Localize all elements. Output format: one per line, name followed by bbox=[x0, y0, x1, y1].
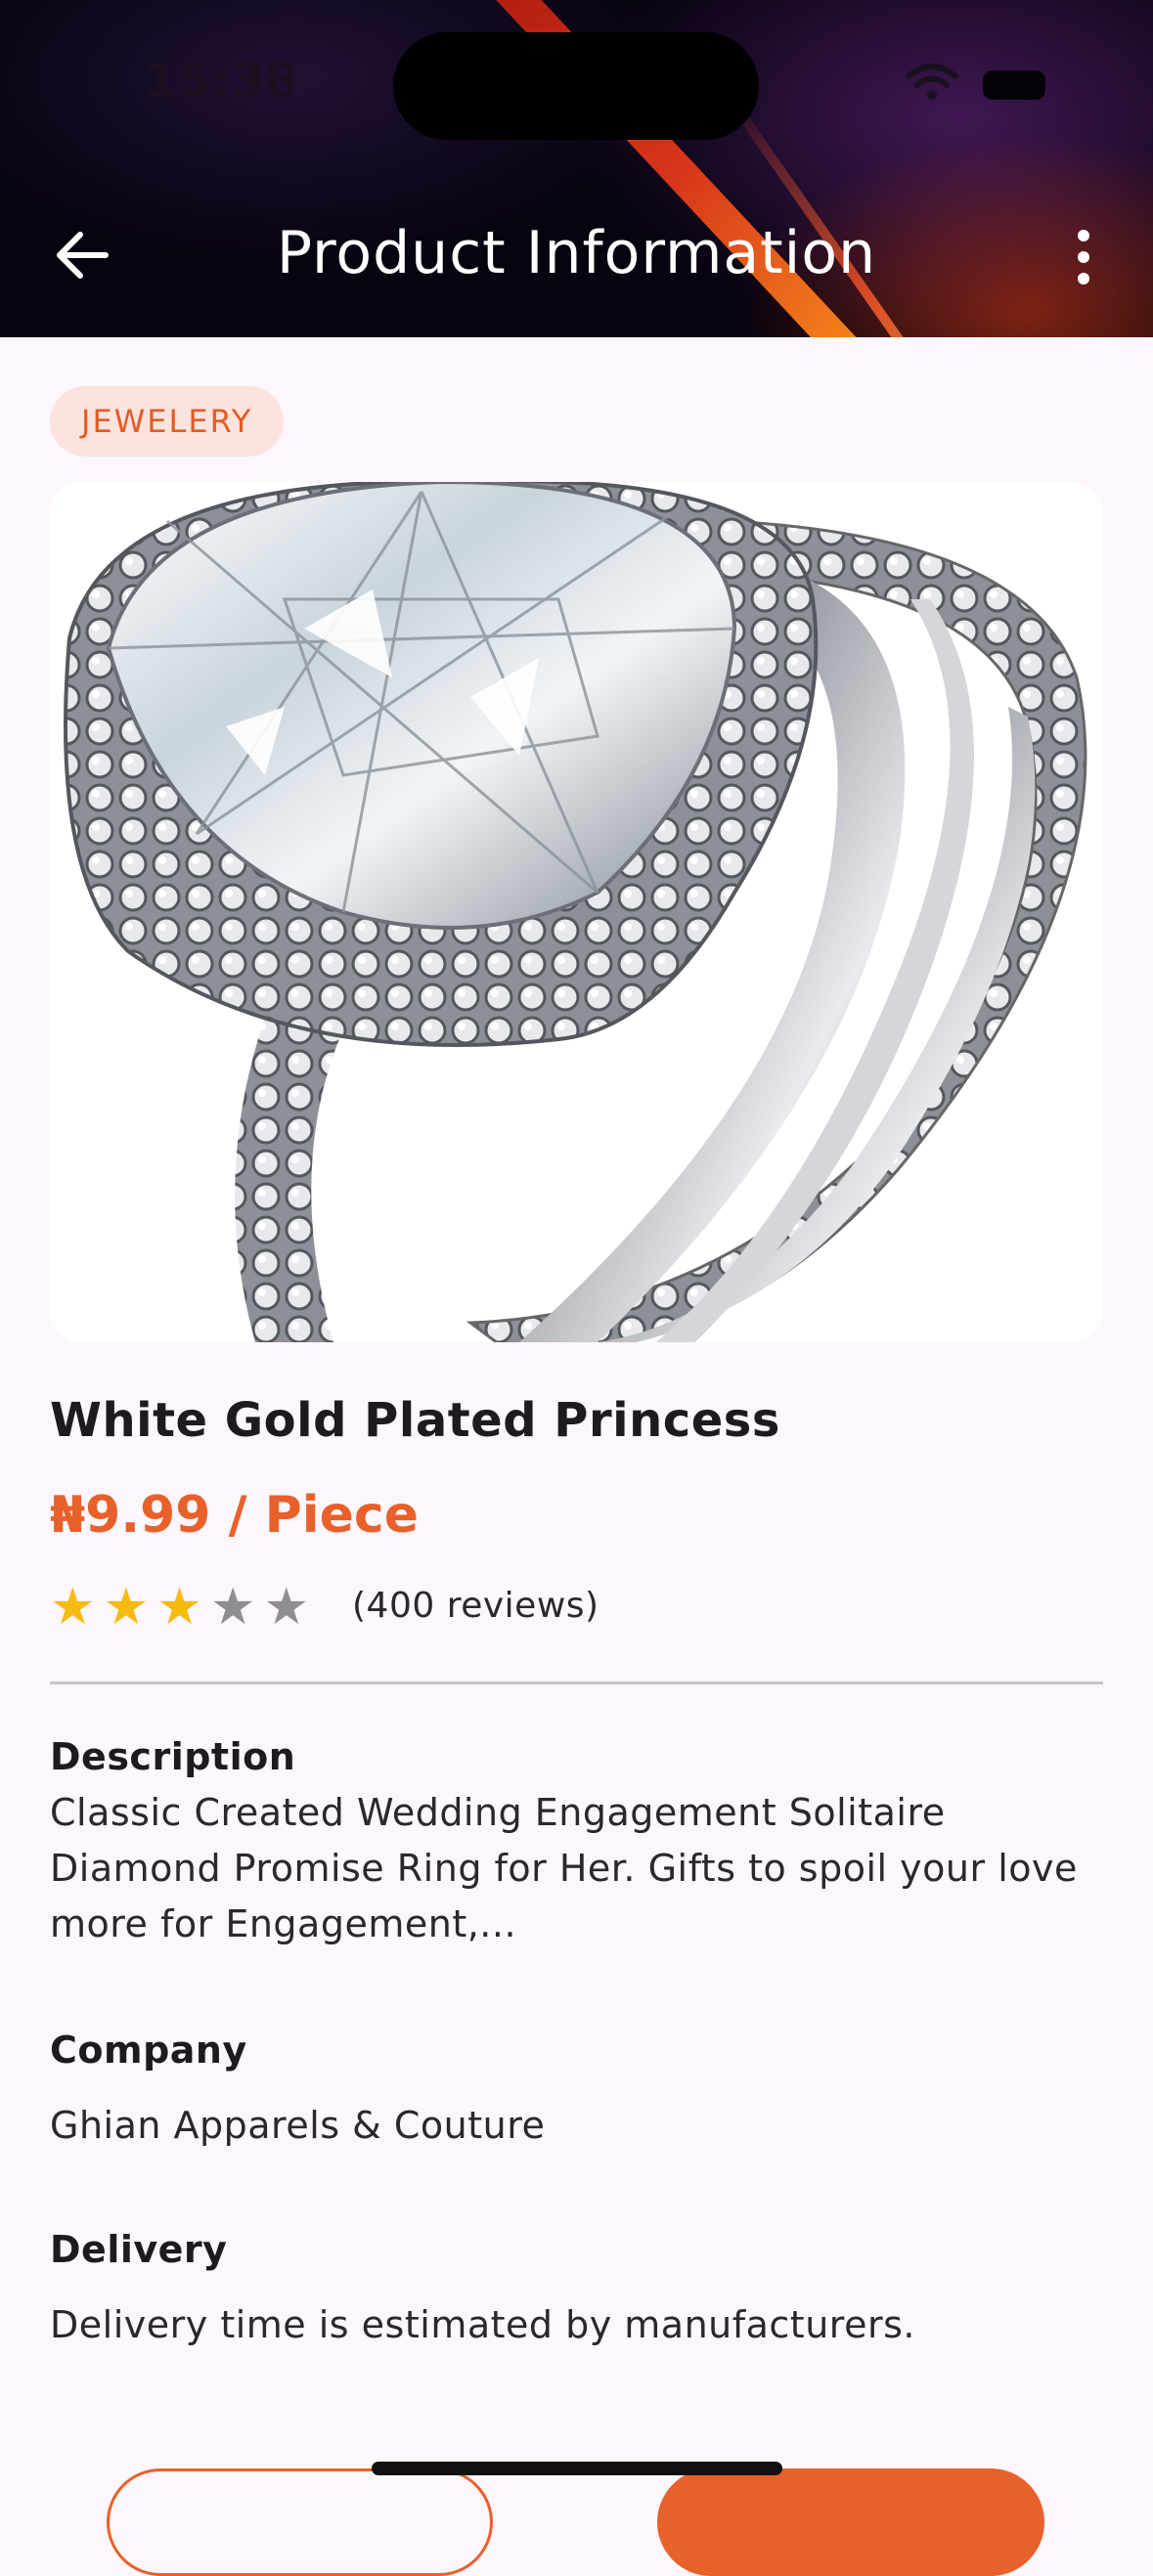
product-price: ₦9.99 / Piece bbox=[50, 1486, 419, 1545]
divider bbox=[50, 1681, 1103, 1684]
delivery-label: Delivery bbox=[50, 2228, 228, 2271]
star-icon: ★ bbox=[50, 1578, 96, 1637]
company-label: Company bbox=[50, 2029, 247, 2072]
star-icon: ★ bbox=[103, 1578, 150, 1637]
primary-action-button[interactable] bbox=[657, 2468, 1044, 2576]
ring-illustration bbox=[64, 482, 1087, 1342]
secondary-action-button[interactable] bbox=[107, 2468, 493, 2576]
description-label: Description bbox=[50, 1735, 296, 1778]
dynamic-island bbox=[393, 32, 759, 140]
page-title: Product Information bbox=[276, 219, 877, 287]
wifi-icon bbox=[906, 64, 958, 100]
product-name: White Gold Plated Princess bbox=[50, 1393, 780, 1448]
more-vertical-icon bbox=[1078, 230, 1089, 241]
star-icon: ★ bbox=[209, 1578, 256, 1637]
more-options-button[interactable] bbox=[1062, 223, 1105, 291]
product-image bbox=[50, 482, 1103, 1342]
review-count: (400 reviews) bbox=[352, 1586, 599, 1626]
status-bar-time: 15:38 bbox=[145, 54, 299, 109]
header-background-streak bbox=[724, 93, 968, 337]
delivery-text: Delivery time is estimated by manufactur… bbox=[50, 2303, 915, 2346]
description-text: Classic Created Wedding Engagement Solit… bbox=[50, 1791, 1078, 1945]
star-icon: ★ bbox=[263, 1578, 310, 1637]
rating-stars: ★ ★ ★ ★ ★ bbox=[50, 1580, 309, 1635]
category-chip: JEWELERY bbox=[50, 386, 285, 457]
home-indicator bbox=[372, 2462, 782, 2475]
star-icon: ★ bbox=[156, 1578, 202, 1637]
battery-icon bbox=[983, 70, 1045, 100]
app-header: 15:38 Product Information bbox=[0, 0, 1153, 337]
company-name: Ghian Apparels & Couture bbox=[50, 2104, 546, 2147]
